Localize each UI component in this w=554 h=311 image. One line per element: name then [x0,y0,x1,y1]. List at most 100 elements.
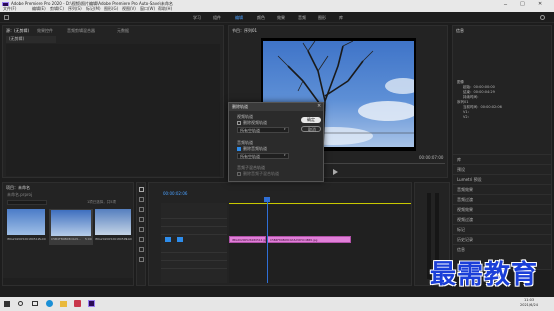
project-bin-item-selected[interactable]: C5B4F80808C0A5... 5:00 [49,209,93,245]
project-path: 未命名.prproj [7,192,33,197]
timeline-track-area[interactable]: IMG20200526180512.jpg C5B4F80808C0A5A5D5… [229,205,411,283]
panel-list-item[interactable]: 音频过渡 [453,194,551,204]
tab-source[interactable]: 源：(无剪辑) [6,28,29,34]
source-panel: 源：(无剪辑) 效果控件 音频剪辑混合器 元数据 (无剪辑) [2,25,224,178]
track-target-v1-icon[interactable] [165,237,171,242]
video-checkbox-label: 删除视频轨道 [243,120,267,125]
menu-help[interactable]: 帮助(H) [158,7,172,11]
app-icon[interactable] [74,300,81,307]
menu-edit[interactable]: 编辑(E) [32,7,46,11]
menu-clip[interactable]: 剪辑(C) [50,7,64,11]
search-icon[interactable] [540,15,545,20]
timeline-ruler[interactable] [229,199,411,204]
chevron-down-icon: ▾ [284,153,286,157]
tab-info[interactable]: 信息 [456,28,464,34]
pen-tool-icon[interactable] [139,237,144,242]
menu-graphics[interactable]: 图形(G) [104,7,118,11]
workspace-tab-learn[interactable]: 学习 [193,16,201,20]
dialog-close-icon[interactable]: × [317,104,321,109]
premiere-taskbar-icon[interactable] [88,300,95,307]
selection-tool-icon[interactable] [139,187,144,192]
menu-view[interactable]: 视图(V) [122,7,136,11]
project-search-field[interactable] [7,200,47,205]
project-bottom-toolbar [3,278,133,285]
panel-list-item[interactable]: 音频效果 [453,184,551,194]
slip-tool-icon[interactable] [139,227,144,232]
timeline-timecode[interactable]: 00:00:02:06 [163,192,187,196]
cancel-button[interactable]: 取消 [301,126,321,132]
workspace-tab-libraries[interactable]: 库 [339,16,343,20]
ok-button[interactable]: 确定 [301,117,321,123]
tab-effect-controls[interactable]: 效果控件 [37,28,53,34]
edge-browser-icon[interactable] [46,300,53,307]
menu-marker[interactable]: 标记(M) [86,7,101,11]
workspace-tab-effects[interactable]: 效果 [277,16,285,20]
windows-start-icon[interactable] [4,301,10,307]
file-explorer-icon[interactable] [60,301,67,307]
submix-checkbox-label: 删除音频子混合轨道 [243,171,279,176]
workspace-tab-color[interactable]: 颜色 [257,16,265,20]
play-button-icon[interactable] [333,169,338,175]
chevron-down-icon: ▾ [284,127,286,131]
panel-list-item[interactable]: 视频过渡 [453,214,551,224]
razor-tool-icon[interactable] [139,217,144,222]
workspace-tab-editing[interactable]: 编辑 [235,16,243,20]
project-bin-item[interactable]: IMG20200526180512... 5:00 [7,209,46,245]
track-select-tool-icon[interactable] [139,197,144,202]
dialog-titlebar: 删除轨道 × [229,103,323,111]
home-icon[interactable] [4,15,9,20]
audio-checkbox-checked[interactable] [237,147,241,151]
panel-list-item[interactable]: 预设 [453,164,551,174]
taskbar-time: 11:03 [524,298,535,302]
workspace-tab-assembly[interactable]: 组件 [213,16,221,20]
project-bin-item[interactable]: IMG20200526180511... 5:00 [95,209,132,245]
source-subtab-label: (无剪辑) [9,36,25,41]
video-checkbox[interactable] [237,121,241,125]
ok-button-label: 确定 [307,117,315,122]
panel-list-item[interactable]: 历史记录 [453,234,551,244]
track-row-a2 [161,253,227,261]
tab-project[interactable]: 项目：未命名 [6,185,30,191]
project-item-count: 1项已选择，共5项 [87,200,116,204]
thumbnail-image [7,209,45,235]
track-headers [161,203,227,283]
playhead-handle-icon[interactable] [264,197,270,202]
delete-tracks-dialog: 删除轨道 × 视频轨道 删除视频轨道 所有空轨道 ▾ 音频轨道 删除音频轨道 所… [228,102,324,182]
workspace-tab-audio[interactable]: 音频 [298,16,306,20]
hand-tool-icon[interactable] [139,247,144,252]
ripple-edit-tool-icon[interactable] [139,207,144,212]
video-select-value: 所有空轨道 [240,128,260,133]
tab-metadata[interactable]: 元数据 [117,28,129,34]
dialog-title: 删除轨道 [232,104,248,109]
bin-item-name: C5B4F80808C0A5... [51,237,82,241]
panel-list-item[interactable]: 信息 [453,244,551,254]
tab-program[interactable]: 节目：序列01 [232,28,257,34]
panel-list-item[interactable]: 标记 [453,224,551,234]
track-row-v1 [161,227,227,235]
track-row-a1 [161,245,227,253]
panel-list-item[interactable]: Lumetri 预设 [453,174,551,184]
submix-checkbox[interactable] [237,172,241,176]
source-empty-area [6,44,220,176]
playhead[interactable] [267,199,268,283]
video-clip[interactable]: IMG20200526180512.jpg [229,236,268,243]
panel-list-item[interactable]: 库 [453,154,551,164]
panel-list-item[interactable]: 视频效果 [453,204,551,214]
video-clip[interactable]: C5B4F80808C0A5A5D5C4B65.jpg [267,236,351,243]
workspace-bar: 学习 组件 编辑 颜色 效果 音频 图形 库 [0,12,554,23]
video-track-select[interactable]: 所有空轨道 ▾ [237,127,289,133]
audio-track-select[interactable]: 所有空轨道 ▾ [237,153,289,159]
search-icon[interactable] [18,301,23,306]
video-group-label: 视频轨道 [237,114,253,119]
track-row-a3 [161,261,227,269]
info-rows: 图像 起始：00:00:00:00 结束：00:00:04:29 持续时间： 序… [457,80,549,121]
menu-sequence[interactable]: 序列(S) [68,7,82,11]
task-view-icon[interactable] [32,301,38,306]
menu-window[interactable]: 窗口(W) [140,7,155,11]
track-target-a1-icon[interactable] [177,237,183,242]
taskbar-date: 2021/6/24 [520,303,538,307]
type-tool-icon[interactable] [139,257,144,262]
tab-audio-clip-mixer[interactable]: 音频剪辑混合器 [67,28,95,34]
workspace-tab-graphics[interactable]: 图形 [318,16,326,20]
menu-file[interactable]: 文件(F) [3,7,16,11]
